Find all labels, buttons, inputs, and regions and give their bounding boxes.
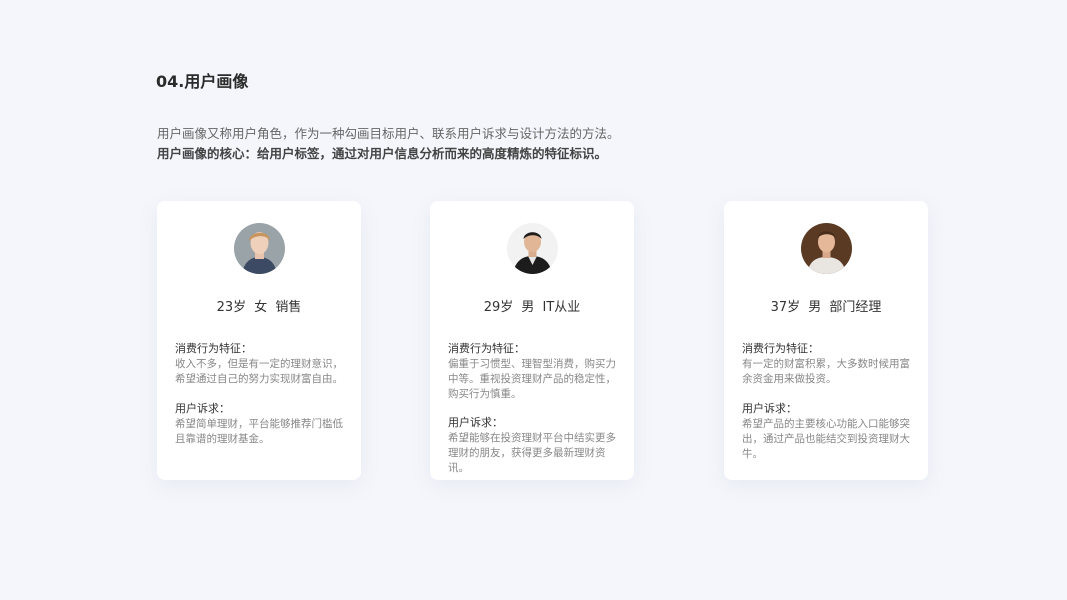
demand-text: 希望简单理财，平台能够推荐门槛低且靠谱的理财基金。 [175, 418, 343, 445]
demand-title: 用户诉求： [742, 402, 797, 415]
avatar [801, 223, 852, 274]
persona-card-1: 23岁 女 销售 消费行为特征： 收入不多，但是有一定的理财意识，希望通过自己的… [157, 201, 361, 480]
persona-card-2: 29岁 男 IT从业 消费行为特征： 偏重于习惯型、理智型消费，购买力中等。重视… [430, 201, 634, 480]
persona-label: 29岁 男 IT从业 [483, 300, 581, 315]
behavior-text: 收入不多，但是有一定的理财意识，希望通过自己的努力实现财富自由。 [175, 358, 343, 385]
demand-title: 用户诉求： [448, 416, 503, 429]
persona-card-3: 37岁 男 部门经理 消费行为特征： 有一定的财富积累，大多数时候用富余资金用来… [724, 201, 928, 480]
persona-label: 37岁 男 部门经理 [770, 300, 882, 315]
behavior-title: 消费行为特征： [448, 342, 525, 355]
intro-line-2: 用户画像的核心：给用户标签，通过对用户信息分析而来的高度精炼的特征标识。 [157, 146, 608, 161]
behavior-title: 消费行为特征： [742, 342, 819, 355]
behavior-text: 偏重于习惯型、理智型消费，购买力中等。重视投资理财产品的稳定性，购买行为慎重。 [448, 358, 616, 400]
demand-title: 用户诉求： [175, 402, 230, 415]
avatar [507, 223, 558, 274]
demand-text: 希望产品的主要核心功能入口能够突出，通过产品也能结交到投资理财大牛。 [742, 418, 910, 460]
intro-line-1: 用户画像又称用户角色，作为一种勾画目标用户、联系用户诉求与设计方法的方法。 [157, 126, 620, 141]
avatar [234, 223, 285, 274]
man-avatar-icon [507, 223, 558, 274]
man-avatar-icon [801, 223, 852, 274]
intro: 用户画像又称用户角色，作为一种勾画目标用户、联系用户诉求与设计方法的方法。 用户… [157, 124, 620, 164]
persona-label: 23岁 女 销售 [216, 300, 302, 315]
behavior-text: 有一定的财富积累，大多数时候用富余资金用来做投资。 [742, 358, 910, 385]
demand-text: 希望能够在投资理财平台中结实更多理财的朋友，获得更多最新理财资讯。 [448, 432, 616, 474]
page-title: 04.用户画像 [156, 72, 249, 91]
woman-avatar-icon [234, 223, 285, 274]
behavior-title: 消费行为特征： [175, 342, 252, 355]
